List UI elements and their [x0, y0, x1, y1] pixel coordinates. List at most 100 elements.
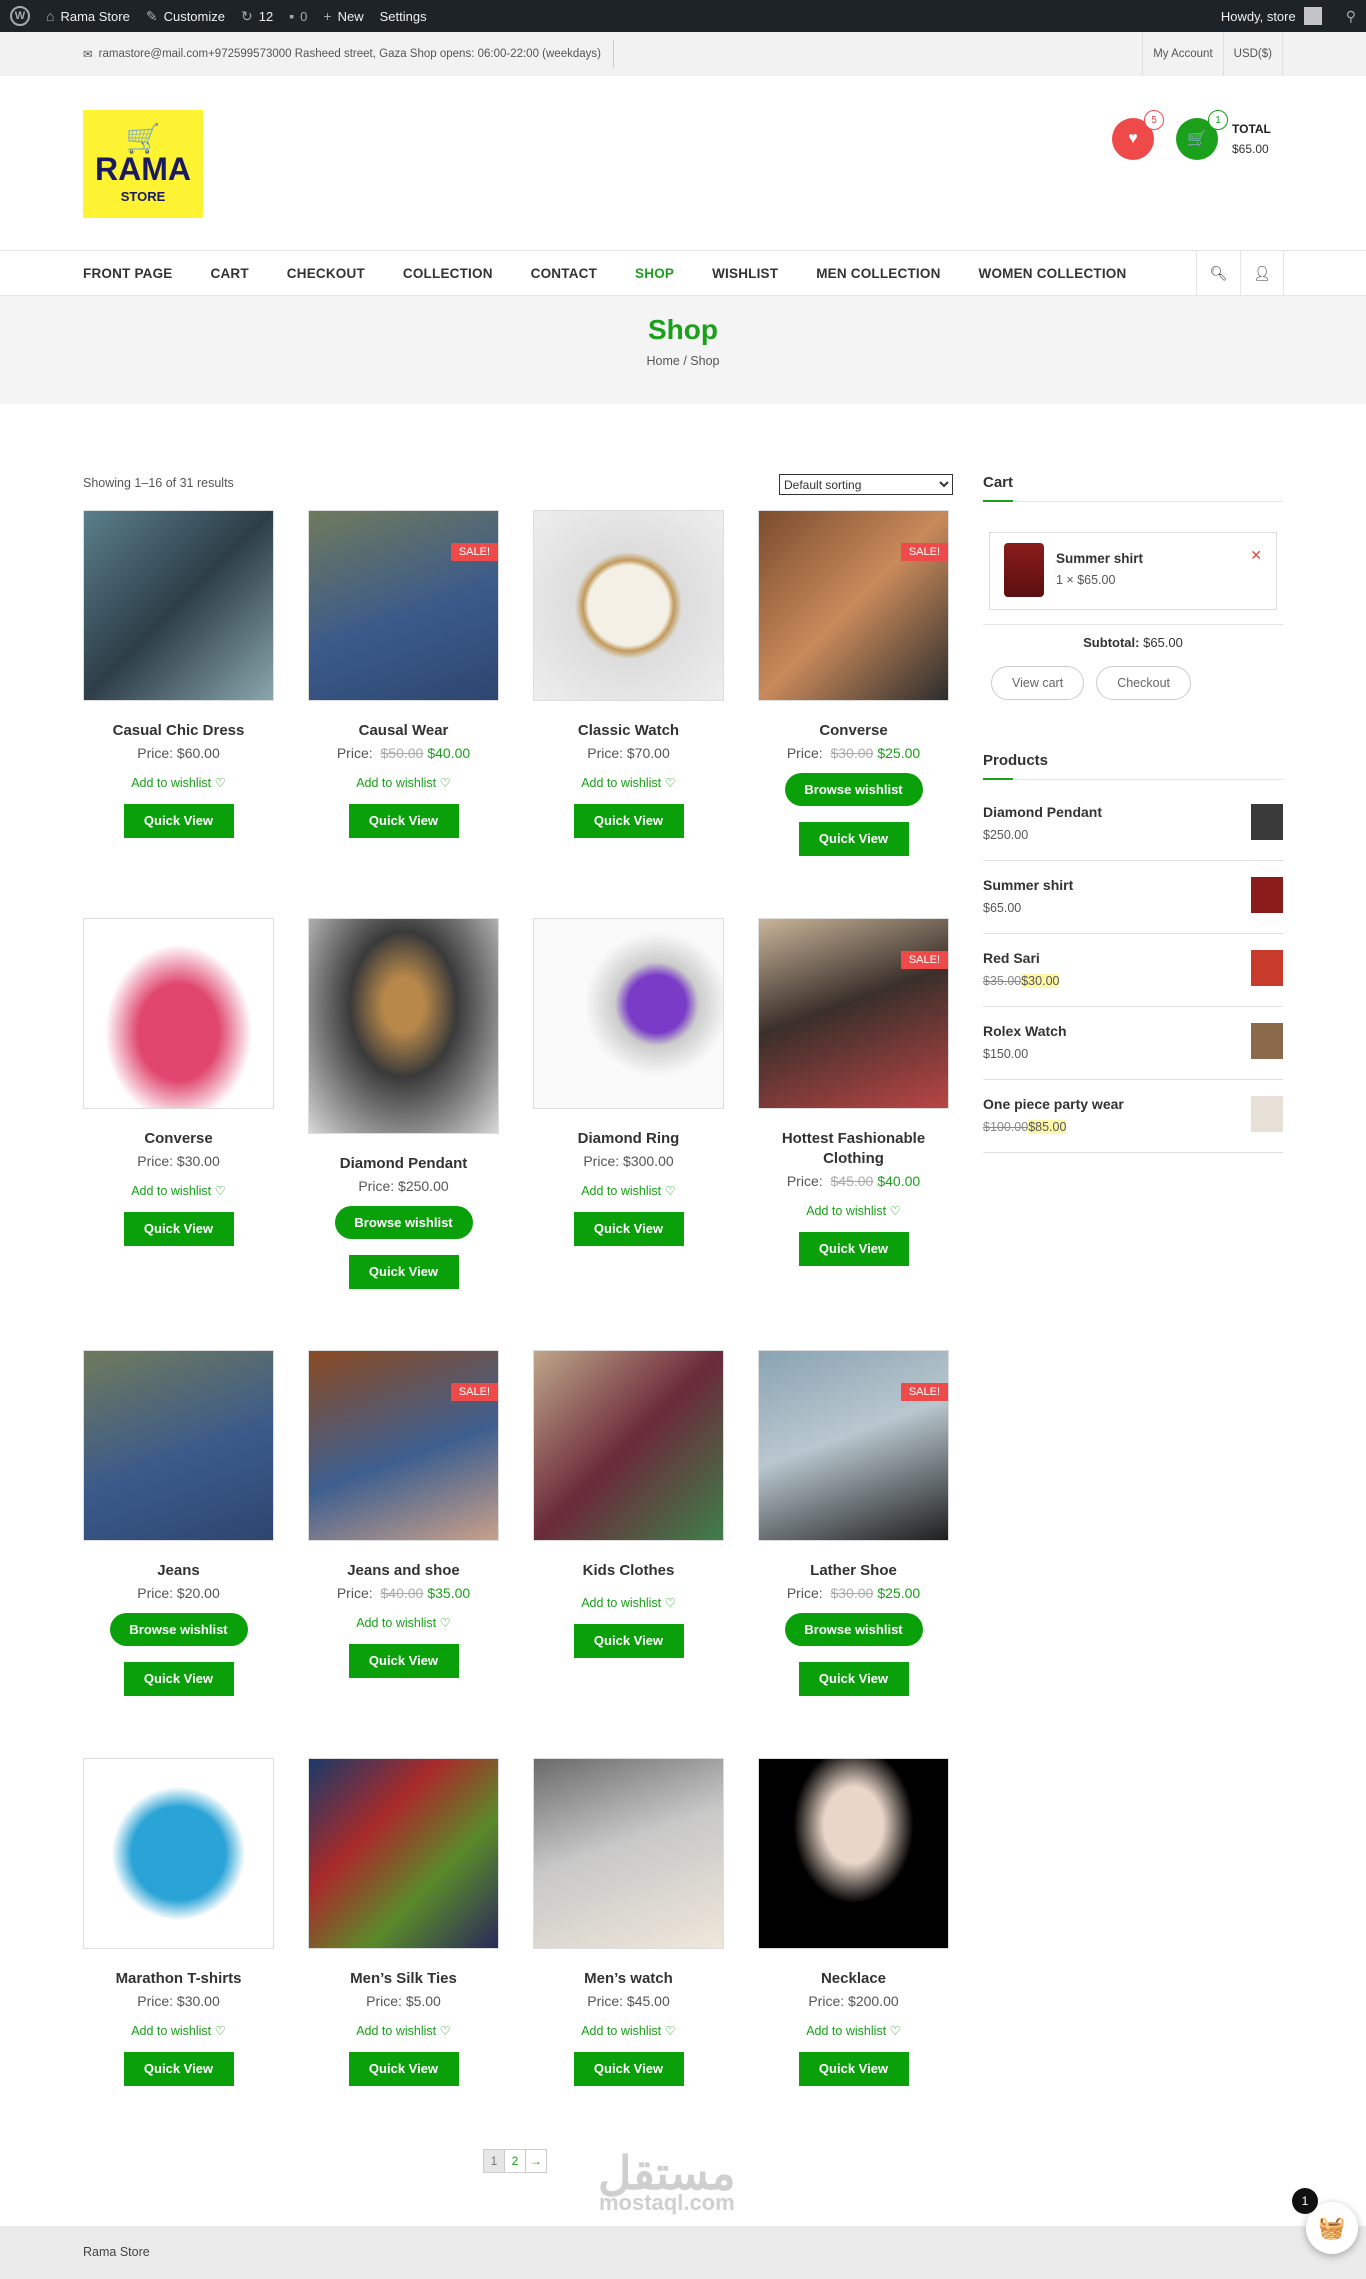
product-thumbnail[interactable]: [1251, 1023, 1283, 1059]
currency-switcher[interactable]: USD($): [1222, 32, 1283, 76]
product-title[interactable]: Hottest Fashionable Clothing: [758, 1129, 949, 1169]
my-account-link[interactable]: My Account: [1142, 32, 1222, 76]
add-to-wishlist-link[interactable]: Add to wishlist ♡: [83, 775, 274, 790]
quick-view-button[interactable]: Quick View: [573, 2052, 684, 2086]
sidebar-product-item[interactable]: Summer shirt $65.00: [983, 861, 1283, 934]
quick-view-button[interactable]: Quick View: [798, 2052, 909, 2086]
sneaker-image[interactable]: SALE!: [758, 510, 949, 701]
watch-image[interactable]: [533, 510, 724, 701]
search-icon[interactable]: ⚲: [1346, 8, 1356, 25]
browse-wishlist-button[interactable]: Browse wishlist: [784, 773, 923, 806]
quick-view-button[interactable]: Quick View: [798, 1662, 909, 1696]
quick-view-button[interactable]: Quick View: [348, 2052, 459, 2086]
necklace-image[interactable]: [308, 918, 499, 1134]
settings-link[interactable]: Settings: [380, 0, 427, 32]
ties-image[interactable]: [308, 1758, 499, 1949]
add-to-wishlist-link[interactable]: Add to wishlist ♡: [308, 2023, 499, 2038]
search-button[interactable]: 🔍︎: [1196, 251, 1240, 295]
next-page[interactable]: →: [525, 2149, 547, 2173]
nav-item-collection[interactable]: COLLECTION: [403, 266, 493, 281]
browse-wishlist-button[interactable]: Browse wishlist: [784, 1613, 923, 1646]
add-to-wishlist-link[interactable]: Add to wishlist ♡: [83, 1183, 274, 1198]
product-title[interactable]: Classic Watch: [533, 721, 724, 741]
sidebar-product-name[interactable]: Summer shirt: [983, 877, 1073, 893]
updates-link[interactable]: ↻ 12: [241, 0, 273, 32]
nav-item-shop[interactable]: SHOP: [635, 266, 674, 281]
necklace-image[interactable]: [758, 1758, 949, 1949]
mini-cart-item-name[interactable]: Summer shirt: [1056, 551, 1143, 566]
add-to-wishlist-link[interactable]: Add to wishlist ♡: [83, 2023, 274, 2038]
quick-view-button[interactable]: Quick View: [123, 1662, 234, 1696]
quick-view-button[interactable]: Quick View: [123, 1212, 234, 1246]
leather-shoe-image[interactable]: SALE!: [758, 1350, 949, 1541]
jeans-shoe-image[interactable]: SALE!: [308, 1350, 499, 1541]
jeans-image[interactable]: [83, 1350, 274, 1541]
quick-view-button[interactable]: Quick View: [123, 2052, 234, 2086]
sidebar-product-item[interactable]: Diamond Pendant $250.00: [983, 788, 1283, 861]
nav-item-checkout[interactable]: CHECKOUT: [287, 266, 365, 281]
ring-image[interactable]: [533, 918, 724, 1109]
product-thumbnail[interactable]: [1251, 950, 1283, 986]
add-to-wishlist-link[interactable]: Add to wishlist ♡: [533, 775, 724, 790]
product-title[interactable]: Men’s watch: [533, 1969, 724, 1989]
floating-cart-button[interactable]: 🧺 1: [1292, 2188, 1358, 2254]
quick-view-button[interactable]: Quick View: [348, 1644, 459, 1678]
scarf-image[interactable]: [533, 1350, 724, 1541]
sidebar-product-name[interactable]: Red Sari: [983, 950, 1040, 966]
page-2[interactable]: 2: [504, 2149, 526, 2173]
shirt-thumbnail[interactable]: [1004, 543, 1044, 597]
nav-item-women-collection[interactable]: WOMEN COLLECTION: [979, 266, 1127, 281]
product-title[interactable]: Kids Clothes: [533, 1561, 724, 1581]
account-menu[interactable]: Howdy, store ⚲: [1221, 7, 1356, 25]
account-button[interactable]: 👤︎: [1240, 251, 1284, 295]
browse-wishlist-button[interactable]: Browse wishlist: [334, 1206, 473, 1239]
sidebar-product-name[interactable]: Diamond Pendant: [983, 804, 1102, 820]
checkout-button[interactable]: Checkout: [1096, 666, 1191, 700]
product-title[interactable]: Men’s Silk Ties: [308, 1969, 499, 1989]
jeans-image[interactable]: SALE!: [308, 510, 499, 701]
party-dress-image[interactable]: SALE!: [758, 918, 949, 1109]
site-logo[interactable]: 🛒 RAMA STORE: [83, 110, 203, 218]
new-content-link[interactable]: + New: [323, 0, 363, 32]
breadcrumb[interactable]: Home / Shop: [0, 354, 1366, 368]
running-shoe-image[interactable]: [83, 918, 274, 1109]
product-title[interactable]: Converse: [758, 721, 949, 741]
view-cart-button[interactable]: View cart: [991, 666, 1085, 700]
remove-item-icon[interactable]: ✕: [1250, 547, 1262, 564]
wishlist-button[interactable]: ♥ 5: [1112, 110, 1164, 160]
product-title[interactable]: Necklace: [758, 1969, 949, 1989]
add-to-wishlist-link[interactable]: Add to wishlist ♡: [758, 2023, 949, 2038]
wp-logo-menu[interactable]: W: [10, 0, 30, 32]
product-title[interactable]: Jeans and shoe: [308, 1561, 499, 1581]
comments-link[interactable]: ▪ 0: [289, 0, 307, 32]
tshirt-image[interactable]: [83, 1758, 274, 1949]
dress-image[interactable]: [83, 510, 274, 701]
quick-view-button[interactable]: Quick View: [798, 1232, 909, 1266]
product-title[interactable]: Converse: [83, 1129, 274, 1149]
add-to-wishlist-link[interactable]: Add to wishlist ♡: [308, 1615, 499, 1630]
sidebar-product-item[interactable]: Rolex Watch $150.00: [983, 1007, 1283, 1080]
header-cart-button[interactable]: 🛒 1: [1176, 110, 1228, 160]
product-title[interactable]: Casual Chic Dress: [83, 721, 274, 741]
add-to-wishlist-link[interactable]: Add to wishlist ♡: [533, 1183, 724, 1198]
nav-item-front-page[interactable]: FRONT PAGE: [83, 266, 173, 281]
quick-view-button[interactable]: Quick View: [573, 804, 684, 838]
nav-item-wishlist[interactable]: WISHLIST: [712, 266, 778, 281]
product-thumbnail[interactable]: [1251, 1096, 1283, 1132]
add-to-wishlist-link[interactable]: Add to wishlist ♡: [308, 775, 499, 790]
browse-wishlist-button[interactable]: Browse wishlist: [109, 1613, 248, 1646]
add-to-wishlist-link[interactable]: Add to wishlist ♡: [533, 1595, 724, 1610]
sidebar-product-item[interactable]: One piece party wear $100.00$85.00: [983, 1080, 1283, 1153]
nav-item-men-collection[interactable]: MEN COLLECTION: [816, 266, 940, 281]
product-title[interactable]: Marathon T-shirts: [83, 1969, 274, 1989]
cart-total[interactable]: TOTAL $65.00: [1232, 119, 1271, 159]
product-title[interactable]: Jeans: [83, 1561, 274, 1581]
quick-view-button[interactable]: Quick View: [123, 804, 234, 838]
sidebar-product-name[interactable]: Rolex Watch: [983, 1023, 1067, 1039]
sidebar-product-name[interactable]: One piece party wear: [983, 1096, 1124, 1112]
mens-watch-image[interactable]: [533, 1758, 724, 1949]
add-to-wishlist-link[interactable]: Add to wishlist ♡: [533, 2023, 724, 2038]
product-thumbnail[interactable]: [1251, 877, 1283, 913]
product-title[interactable]: Diamond Pendant: [308, 1154, 499, 1174]
quick-view-button[interactable]: Quick View: [573, 1212, 684, 1246]
